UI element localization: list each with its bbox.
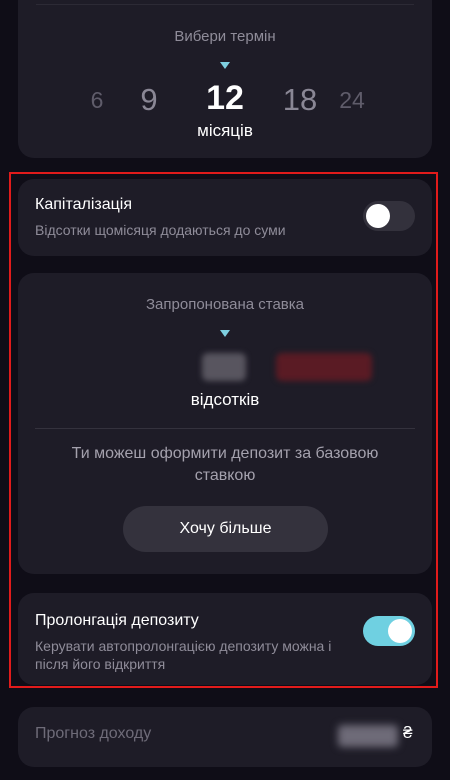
prolongation-subtitle: Керувати автопролонгацією депозиту можна…	[35, 638, 332, 672]
capitalization-title: Капіталізація	[35, 196, 132, 213]
prolongation-title: Пролонгація депозиту	[35, 612, 199, 629]
selector-marker-icon	[220, 62, 230, 69]
capitalization-toggle[interactable]	[363, 201, 415, 231]
income-label: Прогноз доходу	[35, 725, 152, 742]
want-more-button[interactable]: Хочу більше	[123, 506, 328, 552]
term-option-18[interactable]: 18	[283, 82, 317, 118]
rate-unit: відсотків	[190, 390, 260, 409]
rate-message: Ти можеш оформити депозит за базовою ста…	[71, 445, 379, 484]
term-option-24[interactable]: 24	[339, 87, 365, 114]
redacted-rate-value	[276, 353, 372, 381]
selector-marker-icon	[220, 330, 230, 337]
term-option-9[interactable]: 9	[140, 82, 157, 118]
term-title: Вибери термін	[174, 28, 276, 45]
divider	[36, 4, 414, 5]
toggle-knob	[366, 204, 390, 228]
capitalization-card: Капіталізація Відсотки щомісяця додаютьс…	[18, 179, 432, 256]
income-forecast-card[interactable]: Прогноз доходу ₴	[18, 707, 432, 767]
redacted-rate-value	[202, 353, 246, 381]
term-unit: місяців	[197, 121, 253, 140]
prolongation-card: Пролонгація депозиту Керувати автопролон…	[18, 593, 432, 685]
toggle-knob	[388, 619, 412, 643]
currency-symbol: ₴	[403, 723, 413, 742]
rate-title: Запропонована ставка	[146, 296, 304, 313]
rate-card: Запропонована ставка відсотків Ти можеш …	[18, 273, 432, 574]
term-card: Вибери термін 6 9 12 18 24 місяців	[18, 0, 432, 158]
prolongation-toggle[interactable]	[363, 616, 415, 646]
term-option-6[interactable]: 6	[91, 87, 104, 114]
capitalization-subtitle: Відсотки щомісяця додаються до суми	[35, 222, 286, 238]
term-option-12-selected[interactable]: 12	[206, 79, 244, 118]
divider	[35, 428, 415, 429]
redacted-income-value	[338, 725, 398, 747]
